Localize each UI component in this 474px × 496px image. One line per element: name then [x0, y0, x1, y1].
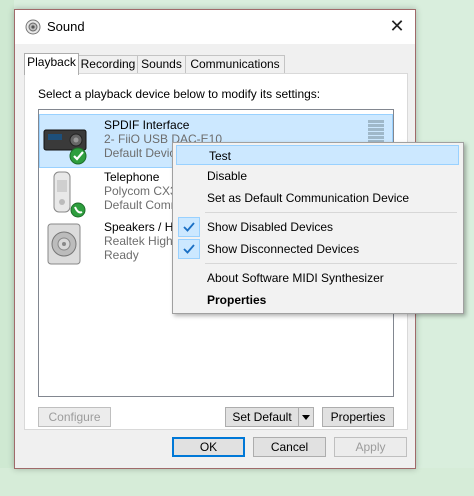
- set-default-button[interactable]: Set Default: [225, 407, 299, 427]
- title-bar[interactable]: Sound ✕: [15, 10, 415, 44]
- menu-item-label: Show Disabled Devices: [207, 220, 334, 234]
- device-name: Telephone: [104, 170, 160, 184]
- menu-item-show-disabled[interactable]: Show Disabled Devices: [175, 217, 459, 237]
- instruction-text: Select a playback device below to modify…: [38, 87, 321, 101]
- apply-button[interactable]: Apply: [334, 437, 407, 457]
- tab-sounds[interactable]: Sounds: [137, 55, 186, 74]
- menu-item-test[interactable]: Test: [176, 145, 459, 165]
- device-status: Default Comm: [104, 198, 181, 212]
- speaker-icon: [47, 223, 81, 265]
- menu-item-label: Properties: [207, 293, 267, 307]
- device-status: Ready: [104, 248, 139, 262]
- menu-item-label: About Software MIDI Synthesizer: [207, 271, 384, 285]
- menu-separator: [205, 263, 457, 264]
- window-title: Sound: [47, 19, 85, 34]
- speaker-icon: [25, 19, 41, 35]
- context-menu: Test Disable Set as Default Communicatio…: [172, 142, 464, 314]
- menu-separator: [205, 212, 457, 213]
- check-icon: [178, 217, 200, 237]
- menu-item-label: Test: [209, 149, 232, 163]
- dac-icon: [43, 129, 87, 165]
- desktop-background-bottom: [0, 468, 474, 496]
- menu-item-disable[interactable]: Disable: [175, 166, 459, 186]
- menu-item-properties[interactable]: Properties: [175, 290, 459, 310]
- tab-playback[interactable]: Playback: [24, 53, 79, 75]
- cancel-button[interactable]: Cancel: [253, 437, 326, 457]
- set-default-dropdown[interactable]: [298, 407, 314, 427]
- properties-button[interactable]: Properties: [322, 407, 394, 427]
- telephone-icon: [53, 171, 86, 218]
- ok-button[interactable]: OK: [172, 437, 245, 457]
- configure-button[interactable]: Configure: [38, 407, 111, 427]
- chevron-down-icon: [302, 415, 310, 420]
- device-name: SPDIF Interface: [104, 118, 190, 132]
- desktop-background: [0, 0, 14, 496]
- device-name: Speakers / He: [104, 220, 181, 234]
- menu-item-about-midi[interactable]: About Software MIDI Synthesizer: [175, 268, 459, 288]
- check-icon: [178, 239, 200, 259]
- device-description: Realtek High: [104, 234, 173, 248]
- menu-item-set-default-communication[interactable]: Set as Default Communication Device: [175, 188, 459, 208]
- tab-communications[interactable]: Communications: [185, 55, 285, 74]
- close-button[interactable]: ✕: [385, 15, 409, 37]
- device-status: Default Devic: [104, 146, 176, 160]
- menu-item-label: Disable: [207, 169, 248, 183]
- menu-item-label: Show Disconnected Devices: [207, 242, 360, 256]
- menu-item-show-disconnected[interactable]: Show Disconnected Devices: [175, 239, 459, 259]
- tab-recording[interactable]: Recording: [78, 55, 138, 74]
- menu-item-label: Set as Default Communication Device: [207, 191, 410, 205]
